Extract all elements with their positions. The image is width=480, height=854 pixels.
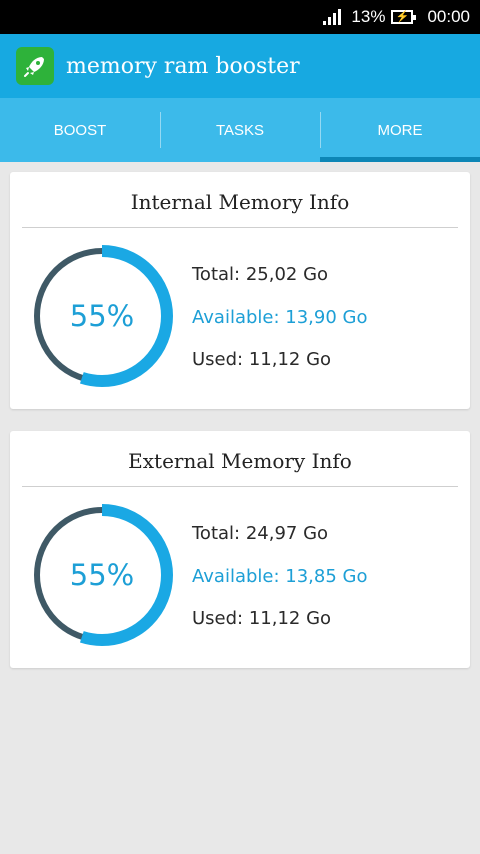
external-used: Used: 11,12 Go — [192, 608, 332, 629]
rocket-icon — [16, 47, 54, 85]
tab-tasks[interactable]: TASKS — [160, 98, 320, 162]
divider — [22, 486, 458, 487]
signal-icon — [323, 9, 343, 25]
internal-used: Used: 11,12 Go — [192, 349, 332, 370]
external-total: Total: 24,97 Go — [192, 523, 329, 544]
external-percent: 55% — [69, 558, 135, 592]
app-bar: memory ram booster — [0, 34, 480, 98]
internal-memory-card: Internal Memory Info 55% Total: 25,02 Go… — [10, 172, 470, 409]
internal-percent: 55% — [69, 299, 135, 333]
external-memory-gauge: 55% — [30, 503, 174, 647]
external-available: Available: 13,85 Go — [192, 566, 368, 587]
external-memory-card: External Memory Info 55% Total: 24,97 Go… — [10, 431, 470, 668]
tab-bar: BOOST TASKS MORE — [0, 98, 480, 162]
divider — [22, 227, 458, 228]
battery-charging-icon: ⚡ — [391, 10, 417, 24]
internal-memory-title: Internal Memory Info — [130, 190, 350, 214]
internal-available: Available: 13,90 Go — [192, 307, 368, 328]
battery-percent: 13% — [351, 7, 386, 26]
internal-memory-gauge: 55% — [30, 244, 174, 388]
tab-boost[interactable]: BOOST — [0, 98, 160, 162]
tab-more[interactable]: MORE — [320, 98, 480, 162]
clock: 00:00 — [427, 7, 470, 26]
status-bar: 13% ⚡ 00:00 — [0, 0, 480, 34]
internal-total: Total: 25,02 Go — [192, 264, 329, 285]
app-title: memory ram booster — [66, 53, 300, 79]
external-memory-title: External Memory Info — [128, 449, 352, 473]
